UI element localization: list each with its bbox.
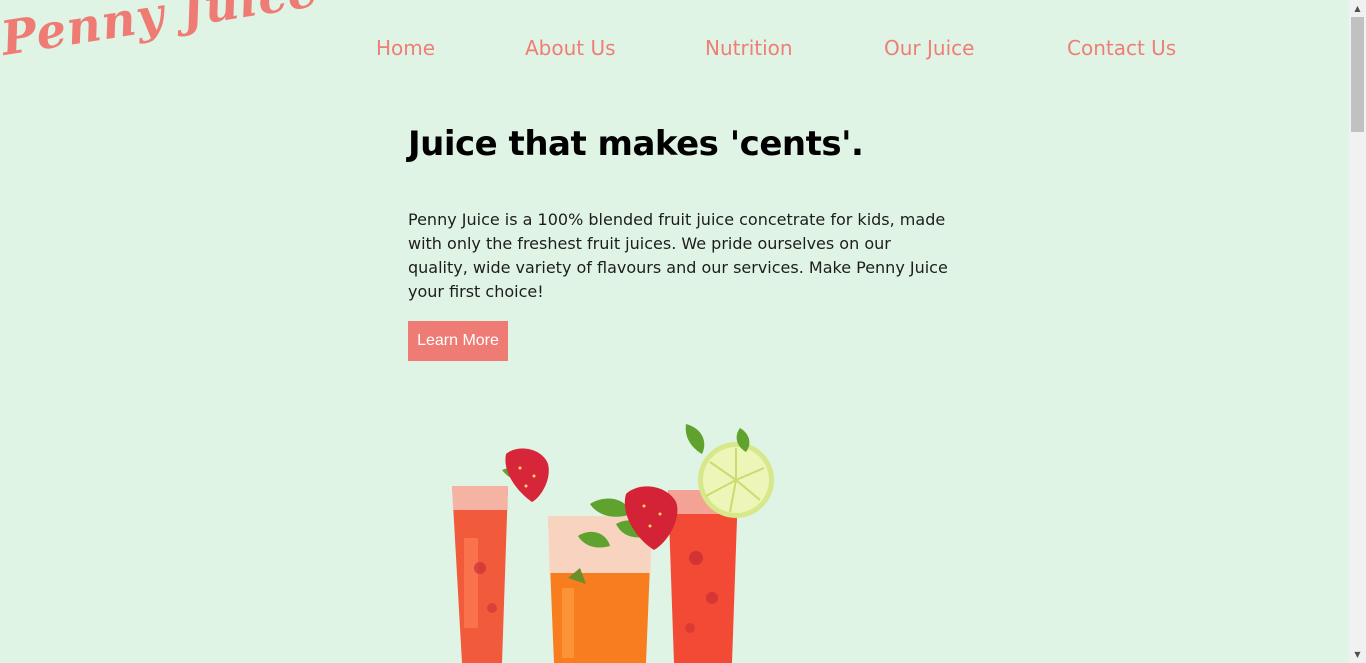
scroll-thumb[interactable] bbox=[1351, 17, 1364, 132]
lime-slice bbox=[698, 442, 774, 518]
scroll-up-arrow-icon[interactable]: ▲ bbox=[1349, 0, 1366, 17]
left-glass bbox=[452, 486, 508, 663]
nav-link-home[interactable]: Home bbox=[376, 36, 435, 60]
vertical-scrollbar[interactable]: ▲ ▼ bbox=[1349, 0, 1366, 663]
hero-headline: Juice that makes 'cents'. bbox=[408, 124, 864, 164]
main-navigation: Home About Us Nutrition Our Juice Contac… bbox=[0, 36, 1349, 66]
scroll-down-arrow-icon[interactable]: ▼ bbox=[1349, 646, 1366, 663]
learn-more-button[interactable]: Learn More bbox=[408, 321, 508, 361]
nav-link-our-juice[interactable]: Our Juice bbox=[884, 36, 974, 60]
nav-link-contact-us[interactable]: Contact Us bbox=[1067, 36, 1176, 60]
juice-glasses-image bbox=[452, 424, 774, 663]
nav-link-nutrition[interactable]: Nutrition bbox=[705, 36, 793, 60]
hero-description: Penny Juice is a 100% blended fruit juic… bbox=[408, 210, 948, 301]
nav-link-about-us[interactable]: About Us bbox=[525, 36, 616, 60]
page: Penny Juice Home About Us Nutrition Our … bbox=[0, 0, 1349, 663]
